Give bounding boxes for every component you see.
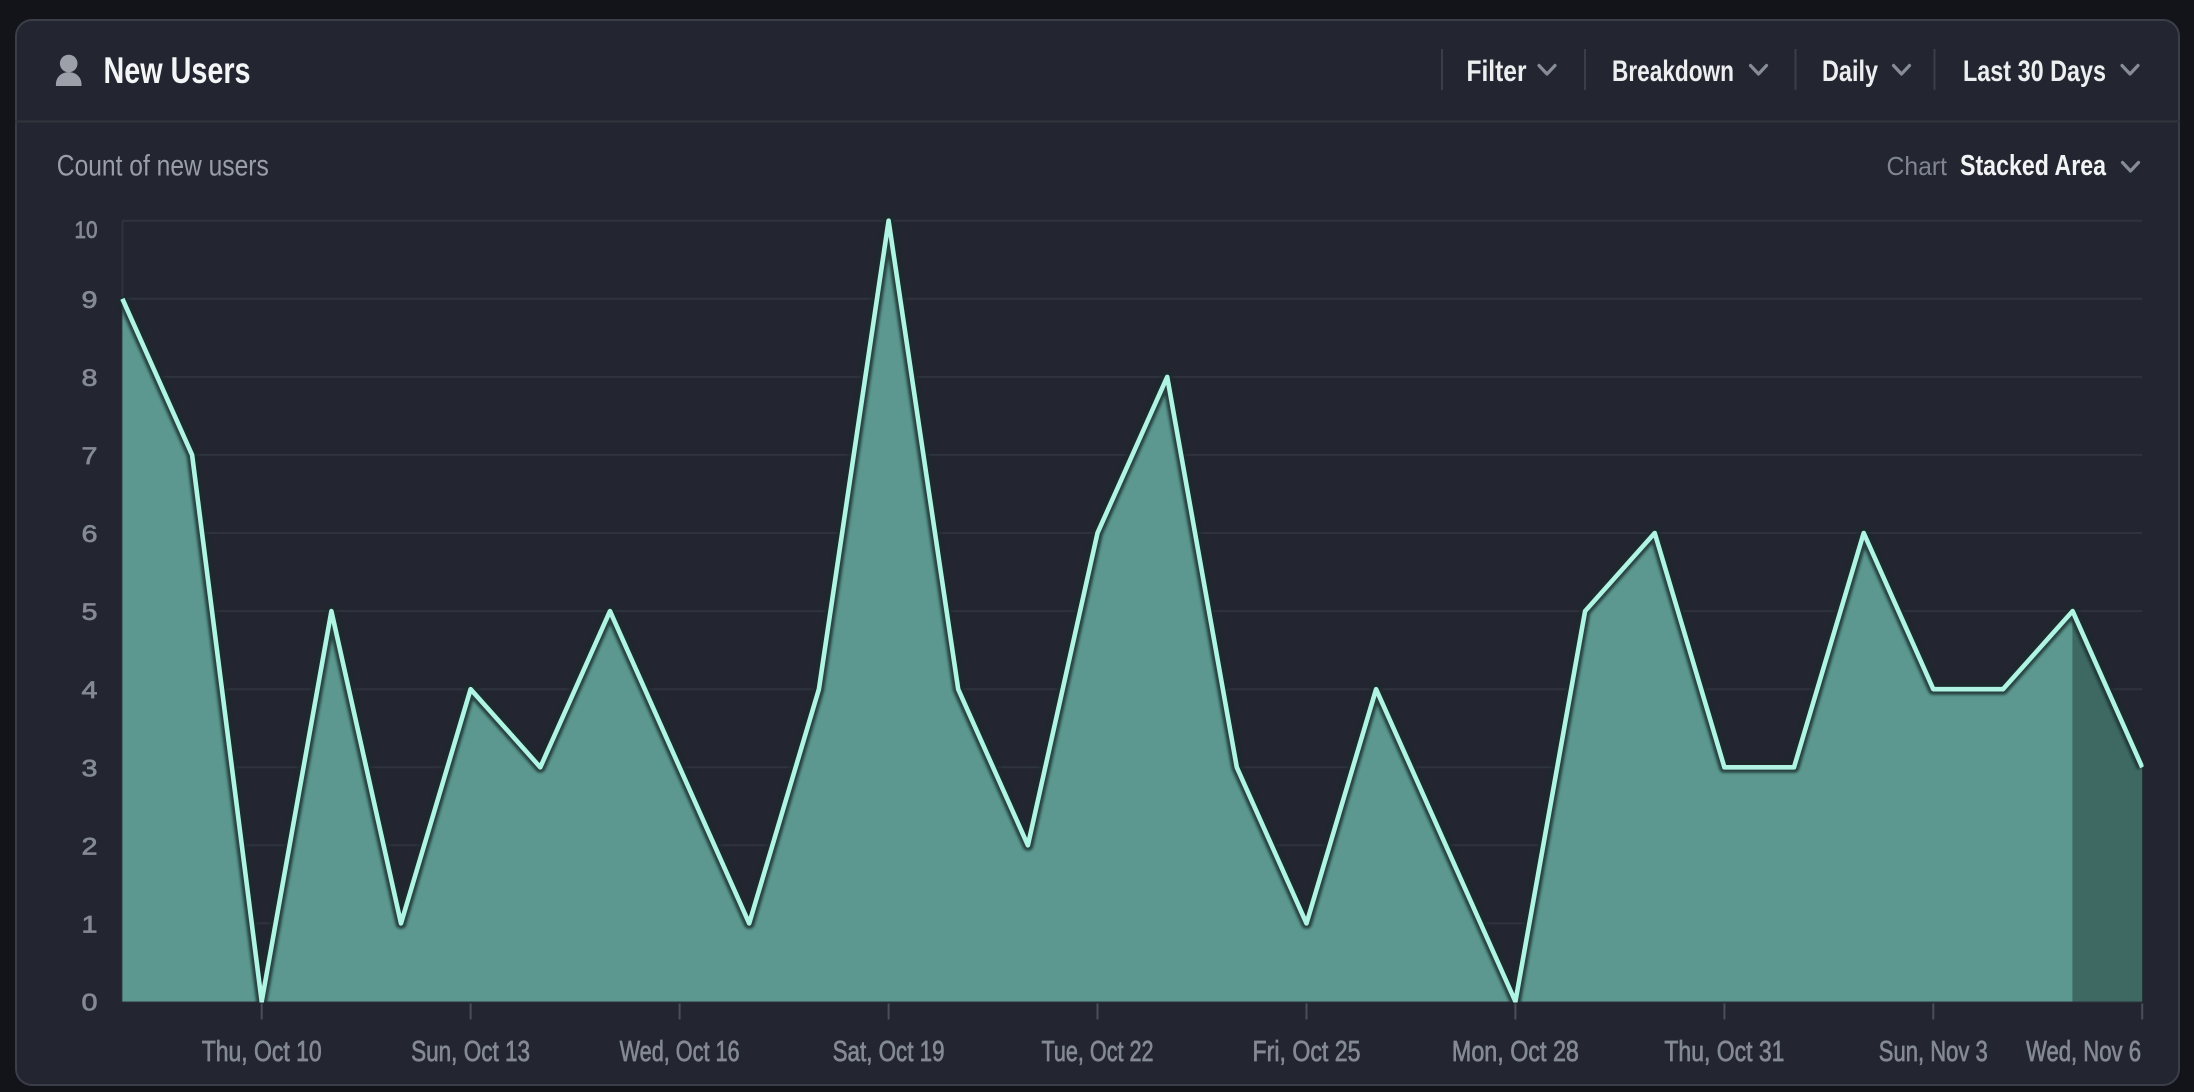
svg-text:7: 7 [82,443,98,470]
svg-text:Wed, Oct 16: Wed, Oct 16 [620,1036,740,1068]
svg-text:Sat, Oct 19: Sat, Oct 19 [833,1036,945,1068]
svg-text:Stacked Area: Stacked Area [1960,150,2107,182]
svg-text:9: 9 [82,287,98,314]
svg-text:6: 6 [82,521,98,548]
svg-text:New Users: New Users [104,50,251,91]
svg-text:10: 10 [75,217,98,244]
svg-text:Mon, Oct 28: Mon, Oct 28 [1452,1036,1579,1068]
svg-text:1: 1 [82,911,98,938]
svg-text:Wed, Nov 6: Wed, Nov 6 [2026,1036,2141,1068]
svg-text:Chart: Chart [1887,151,1948,181]
svg-text:5: 5 [82,599,98,626]
svg-text:Thu, Oct 10: Thu, Oct 10 [202,1036,322,1068]
svg-text:2: 2 [82,833,98,860]
svg-text:Filter: Filter [1467,55,1527,88]
svg-text:Sun, Oct 13: Sun, Oct 13 [411,1036,530,1068]
svg-text:Breakdown: Breakdown [1612,55,1734,88]
svg-text:Sun, Nov 3: Sun, Nov 3 [1879,1036,1988,1068]
svg-text:8: 8 [82,365,98,392]
svg-text:3: 3 [82,755,98,782]
svg-text:4: 4 [82,677,98,704]
svg-text:Fri, Oct 25: Fri, Oct 25 [1253,1036,1361,1068]
svg-text:Thu, Oct 31: Thu, Oct 31 [1664,1036,1784,1068]
svg-text:Tue, Oct 22: Tue, Oct 22 [1042,1036,1154,1068]
svg-text:0: 0 [82,990,98,1017]
svg-text:Daily: Daily [1822,55,1878,88]
svg-text:Last 30 Days: Last 30 Days [1963,55,2106,88]
svg-text:Count of new users: Count of new users [57,150,269,183]
